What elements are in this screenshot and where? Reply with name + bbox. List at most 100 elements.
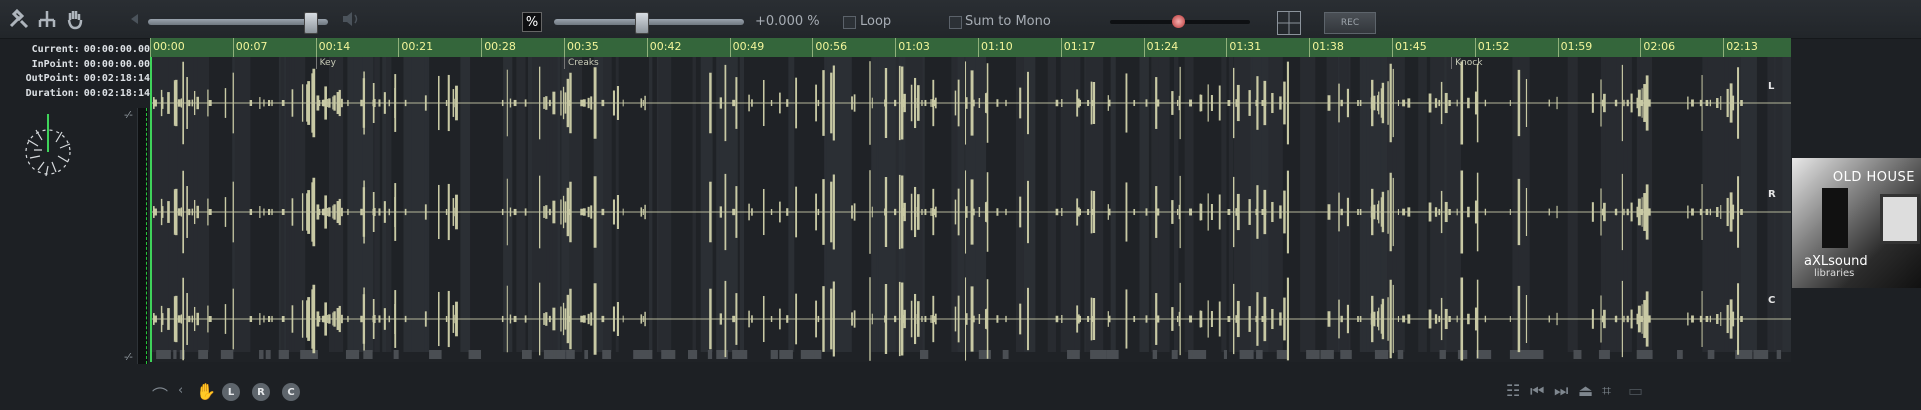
channel-r-button[interactable]: R bbox=[252, 383, 270, 401]
segment-block bbox=[566, 350, 575, 359]
phase-scope bbox=[16, 110, 80, 190]
segment-block bbox=[1340, 350, 1352, 359]
segment-block bbox=[259, 350, 264, 359]
segment-block bbox=[1256, 350, 1263, 359]
level-top-icon: -⁄- bbox=[124, 110, 133, 121]
ruler-tick bbox=[1143, 38, 1145, 57]
pitch-slider[interactable] bbox=[554, 19, 744, 25]
segment-block bbox=[1320, 350, 1334, 359]
pitch-value: +0.000 % bbox=[755, 14, 820, 29]
inpoint-value: 00:00:00.00 bbox=[83, 58, 150, 70]
tree-icon[interactable] bbox=[36, 8, 58, 30]
waveform-band bbox=[834, 57, 852, 352]
segment-block bbox=[1637, 350, 1649, 359]
toolbar: % +0.000 % Loop Sum to Mono REC bbox=[0, 0, 1921, 39]
ruler-tick bbox=[1309, 38, 1311, 57]
outpoint-label: OutPoint: bbox=[25, 73, 80, 84]
ruler-tick bbox=[1226, 38, 1228, 57]
volume-down-icon[interactable] bbox=[124, 8, 146, 30]
waveform-band bbox=[878, 57, 896, 352]
sum-to-mono-label: Sum to Mono bbox=[965, 14, 1051, 29]
segment-block bbox=[156, 350, 171, 359]
volume-slider-thumb[interactable] bbox=[304, 12, 318, 34]
segment-block bbox=[707, 350, 713, 359]
collapse-icon[interactable]: ▭ bbox=[1628, 381, 1643, 400]
tools-icon[interactable] bbox=[8, 8, 30, 30]
marker-creaks[interactable]: Creaks bbox=[564, 57, 599, 69]
segment-block bbox=[429, 350, 442, 359]
volume-slider[interactable] bbox=[148, 19, 328, 25]
album-brand: aXLsound bbox=[1804, 254, 1868, 269]
segment-block bbox=[1397, 350, 1404, 359]
balance-slider-knob[interactable] bbox=[1172, 15, 1185, 28]
waveform-band bbox=[1047, 57, 1056, 352]
segment-block bbox=[1171, 350, 1178, 359]
percent-icon[interactable]: % bbox=[522, 12, 542, 32]
loop-checkbox[interactable] bbox=[843, 16, 856, 29]
time-info-panel: Current: 00:00:00.00 InPoint: 00:00:00.00 … bbox=[0, 44, 150, 102]
segment-block bbox=[1708, 350, 1712, 359]
marker-key[interactable]: Key bbox=[315, 57, 336, 69]
skip-forward-icon[interactable]: ⏭ bbox=[1554, 381, 1568, 401]
ruler-tick-label: 02:06 bbox=[1643, 40, 1676, 53]
marker-knock[interactable]: Knock bbox=[1451, 57, 1482, 69]
segment-block bbox=[220, 350, 234, 359]
current-label: Current: bbox=[31, 44, 80, 55]
ruler-tick bbox=[646, 38, 648, 57]
channel-l-button[interactable]: L bbox=[222, 383, 240, 401]
waveform-view[interactable]: Key Creaks Knock L R C bbox=[150, 57, 1791, 362]
ruler-tick bbox=[150, 38, 151, 57]
segment-block bbox=[732, 350, 744, 359]
segment-block bbox=[716, 350, 729, 359]
hand-tool-icon[interactable]: ✋ bbox=[196, 382, 216, 401]
segment-block bbox=[1094, 350, 1107, 359]
ruler-tick bbox=[398, 38, 400, 57]
segment-block bbox=[1462, 350, 1468, 359]
segment-block bbox=[1306, 350, 1310, 359]
waveform-band bbox=[872, 57, 877, 352]
channel-c-button[interactable]: C bbox=[282, 383, 300, 401]
ruler-tick-label: 02:13 bbox=[1726, 40, 1758, 53]
crop-icon[interactable]: ⌗ bbox=[1602, 381, 1611, 401]
ruler-tick-label: 00:28 bbox=[484, 40, 516, 53]
sum-to-mono-checkbox[interactable] bbox=[949, 16, 962, 29]
time-ruler[interactable]: 00:00 00:07 00:14 00:21 00:28 00:35 00:42 00:49… bbox=[150, 38, 1791, 58]
waveform-band bbox=[1158, 57, 1170, 352]
ruler-tick-label: 01:38 bbox=[1312, 40, 1344, 53]
segment-block bbox=[1188, 350, 1193, 359]
eject-icon[interactable]: ⏏ bbox=[1578, 381, 1593, 400]
pitch-slider-thumb[interactable] bbox=[635, 12, 649, 34]
waveform-band bbox=[648, 57, 653, 352]
segment-block bbox=[687, 350, 698, 359]
ruler-tick bbox=[315, 38, 317, 57]
segment-block bbox=[1106, 350, 1119, 359]
grid-icon[interactable] bbox=[1277, 11, 1301, 35]
mixer-icon[interactable]: ☷ bbox=[1506, 381, 1520, 400]
ruler-tick-label: 01:03 bbox=[898, 40, 930, 53]
segment-block bbox=[468, 350, 482, 359]
segment-block bbox=[1573, 350, 1582, 359]
ruler-tick bbox=[1640, 38, 1642, 57]
segment-block bbox=[1439, 350, 1446, 359]
waveform-band bbox=[516, 57, 526, 352]
waveform-band bbox=[739, 57, 745, 352]
skip-back-icon[interactable]: ⏮ bbox=[1530, 381, 1544, 401]
ruler-tick-label: 00:42 bbox=[649, 40, 682, 53]
ruler-tick bbox=[1474, 38, 1476, 57]
segment-block bbox=[584, 350, 589, 359]
album-subtitle: libraries bbox=[1814, 268, 1855, 279]
chevron-left-icon[interactable]: ‹ bbox=[178, 383, 183, 398]
ruler-tick-label: 01:45 bbox=[1395, 40, 1427, 53]
segment-block bbox=[919, 350, 929, 359]
ruler-tick-label: 01:59 bbox=[1560, 40, 1593, 53]
rec-button[interactable]: REC bbox=[1324, 12, 1376, 34]
segment-block bbox=[770, 350, 776, 359]
ruler-tick bbox=[564, 38, 565, 57]
waveform-band bbox=[1567, 57, 1578, 352]
segment-block bbox=[548, 350, 554, 359]
curve-icon[interactable]: ⌒ bbox=[152, 382, 168, 406]
segment-block bbox=[1374, 350, 1389, 359]
hand-icon[interactable] bbox=[64, 8, 86, 30]
volume-up-icon[interactable] bbox=[340, 8, 362, 30]
loop-label: Loop bbox=[860, 14, 892, 29]
